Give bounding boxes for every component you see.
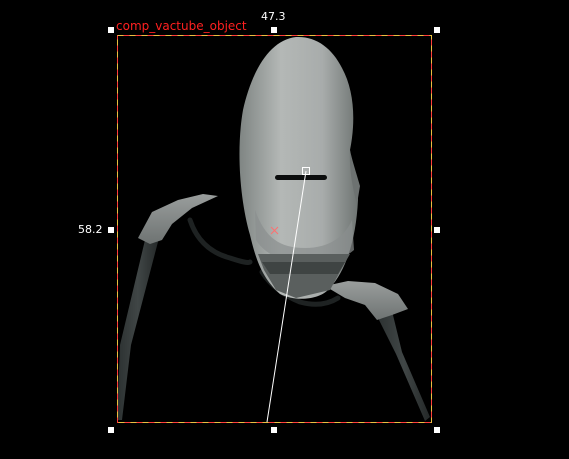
handle-bottom-right[interactable] xyxy=(434,427,440,433)
3d-viewport[interactable]: comp_vactube_object 47.3 58.2 xyxy=(0,0,569,459)
left-arm xyxy=(138,194,218,244)
width-dimension-readout: 47.3 xyxy=(261,10,286,23)
handle-bottom-left[interactable] xyxy=(108,427,114,433)
handle-top-center[interactable] xyxy=(271,27,277,33)
left-leg xyxy=(117,238,159,420)
handle-top-right[interactable] xyxy=(434,27,440,33)
handle-middle-right[interactable] xyxy=(434,227,440,233)
height-dimension-readout: 58.2 xyxy=(78,223,103,236)
handle-top-left[interactable] xyxy=(108,27,114,33)
model-shell xyxy=(239,36,360,299)
right-leg xyxy=(377,311,430,421)
slit-eye xyxy=(275,175,327,180)
object-name-label: comp_vactube_object xyxy=(116,19,247,33)
lower-visor-band xyxy=(262,262,345,274)
handle-bottom-center[interactable] xyxy=(271,427,277,433)
handle-middle-left[interactable] xyxy=(108,227,114,233)
